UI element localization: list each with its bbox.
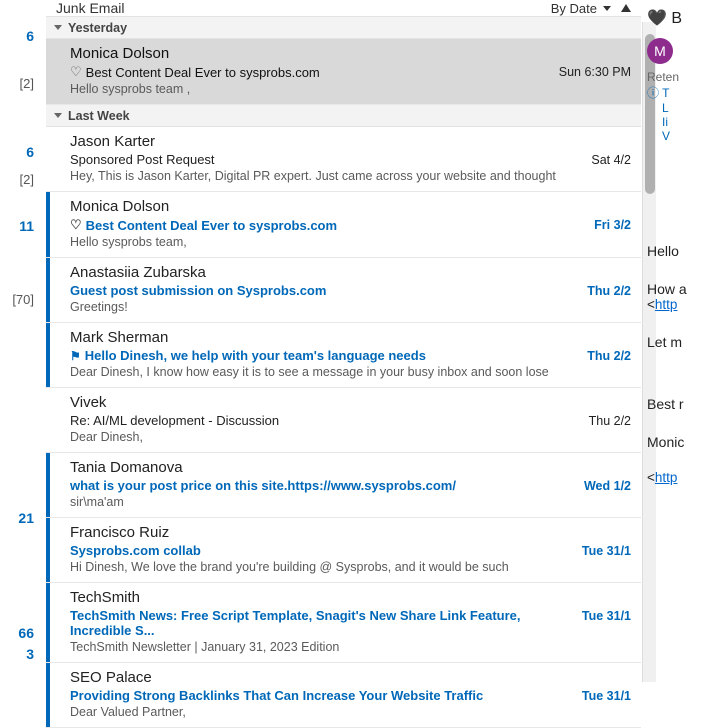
message-subject: Providing Strong Backlinks That Can Incr… xyxy=(70,688,574,703)
message-from: Tania Domanova xyxy=(70,459,576,476)
message-from: SEO Palace xyxy=(70,669,574,686)
message-from: Jason Karter xyxy=(70,133,583,150)
message-row[interactable]: TechSmith TechSmith News: Free Script Tem… xyxy=(46,583,641,663)
folder-counts-column: 6 [2] 6 [2] 11 [70] 21 66 3 xyxy=(0,0,46,694)
message-subject: Re: AI/ML development - Discussion xyxy=(70,413,581,428)
info-line-3: Ii xyxy=(647,115,704,129)
count-value: 3 xyxy=(0,646,40,662)
message-subject: what is your post price on this site.htt… xyxy=(70,478,576,493)
group-header[interactable]: Last Week xyxy=(46,105,641,127)
body-line-1: Hello xyxy=(647,243,704,259)
message-row[interactable]: Anastasiia Zubarska Guest post submission… xyxy=(46,258,641,323)
message-date: Fri 3/2 xyxy=(594,218,631,232)
message-preview: Hey, This is Jason Karter, Digital PR ex… xyxy=(70,169,583,183)
chevron-down-icon xyxy=(54,25,62,30)
count-value: [70] xyxy=(0,292,40,307)
message-preview: Greetings! xyxy=(70,300,579,314)
group-label: Last Week xyxy=(68,109,130,123)
avatar: M xyxy=(647,38,673,64)
message-from: Monica Dolson xyxy=(70,198,586,215)
message-row[interactable]: Tania Domanova what is your post price on… xyxy=(46,453,641,518)
body-line-2: How a xyxy=(647,281,704,297)
message-from: Vivek xyxy=(70,394,581,411)
count-value: [2] xyxy=(0,172,40,187)
heart-icon: 🖤 B xyxy=(647,8,704,28)
group-header[interactable]: Yesterday xyxy=(46,17,641,39)
message-from: TechSmith xyxy=(70,589,574,606)
message-from: Francisco Ruiz xyxy=(70,524,574,541)
message-date: Tue 31/1 xyxy=(582,689,631,703)
folder-name: Junk Email xyxy=(56,0,124,16)
message-row[interactable]: SEO Palace Providing Strong Backlinks Tha… xyxy=(46,663,641,728)
message-subject: ♡Best Content Deal Ever to sysprobs.com xyxy=(70,217,586,233)
message-preview: Dear Dinesh, xyxy=(70,430,581,444)
heart-icon: ♡ xyxy=(70,64,82,80)
info-line-4: V xyxy=(647,129,704,143)
message-date: Sun 6:30 PM xyxy=(559,65,631,79)
message-row[interactable]: Jason Karter Sponsored Post Request Hey, T… xyxy=(46,127,641,192)
message-subject: ⚑Hello Dinesh, we help with your team's … xyxy=(70,348,579,363)
message-date: Tue 31/1 xyxy=(582,609,631,623)
count-value: 11 xyxy=(0,218,40,234)
message-list-column: Junk Email By Date Yesterday Monica Dolso… xyxy=(46,0,641,694)
flag-icon: ⚑ xyxy=(70,349,81,363)
message-date: Thu 2/2 xyxy=(589,414,631,428)
count-value: 6 xyxy=(0,28,40,44)
message-subject: Sysprobs.com collab xyxy=(70,543,574,558)
message-row[interactable]: Mark Sherman ⚑Hello Dinesh, we help with … xyxy=(46,323,641,388)
body-link-2[interactable]: <http xyxy=(647,470,704,485)
body-line-3: Let m xyxy=(647,334,704,350)
retention-label: Reten xyxy=(647,70,704,84)
body-link-1[interactable]: <http xyxy=(647,297,704,312)
info-line-2: L xyxy=(647,101,704,115)
message-subject: Sponsored Post Request xyxy=(70,152,583,167)
chevron-down-icon xyxy=(603,6,611,11)
message-from: Monica Dolson xyxy=(70,45,551,62)
group-label: Yesterday xyxy=(68,21,127,35)
message-row[interactable]: Monica Dolson ♡Best Content Deal Ever to … xyxy=(46,39,641,105)
message-date: Sat 4/2 xyxy=(591,153,631,167)
message-row[interactable]: Monica Dolson ♡Best Content Deal Ever to … xyxy=(46,192,641,258)
message-from: Mark Sherman xyxy=(70,329,579,346)
reading-subject-start: B xyxy=(671,10,682,27)
message-subject: ♡Best Content Deal Ever to sysprobs.com xyxy=(70,64,551,80)
count-value: 6 xyxy=(0,144,40,160)
count-value: 21 xyxy=(0,510,40,526)
message-from: Anastasiia Zubarska xyxy=(70,264,579,281)
body-line-4: Best r xyxy=(647,396,704,412)
message-subject: TechSmith News: Free Script Template, Sn… xyxy=(70,608,574,638)
heart-icon: ♡ xyxy=(70,217,82,233)
message-preview: Dear Dinesh, I know how easy it is to se… xyxy=(70,365,579,379)
message-subject: Guest post submission on Sysprobs.com xyxy=(70,283,579,298)
message-preview: sir\ma'am xyxy=(70,495,576,509)
message-date: Wed 1/2 xyxy=(584,479,631,493)
message-preview: Dear Valued Partner, xyxy=(70,705,574,719)
message-row[interactable]: Vivek Re: AI/ML development - Discussion D… xyxy=(46,388,641,453)
chevron-down-icon xyxy=(54,113,62,118)
sort-control[interactable]: By Date xyxy=(551,1,631,16)
message-row[interactable]: Francisco Ruiz Sysprobs.com collab Hi Dine… xyxy=(46,518,641,583)
count-value: 66 xyxy=(0,625,40,641)
sort-label: By Date xyxy=(551,1,597,16)
message-preview: Hi Dinesh, We love the brand you're buil… xyxy=(70,560,574,574)
info-icon-row: ⓘ T xyxy=(647,84,704,101)
count-value: [2] xyxy=(0,76,40,91)
body-line-5: Monic xyxy=(647,434,704,450)
arrow-up-icon[interactable] xyxy=(621,4,631,12)
message-date: Thu 2/2 xyxy=(587,349,631,363)
folder-header: Junk Email By Date xyxy=(46,0,641,17)
message-preview: TechSmith Newsletter | January 31, 2023 … xyxy=(70,640,574,654)
message-date: Thu 2/2 xyxy=(587,284,631,298)
message-preview: Hello sysprobs team, xyxy=(70,235,586,249)
message-preview: Hello sysprobs team , xyxy=(70,82,551,96)
message-date: Tue 31/1 xyxy=(582,544,631,558)
reading-pane: 🖤 B M Reten ⓘ T L Ii V Hello How a <http… xyxy=(641,0,704,694)
